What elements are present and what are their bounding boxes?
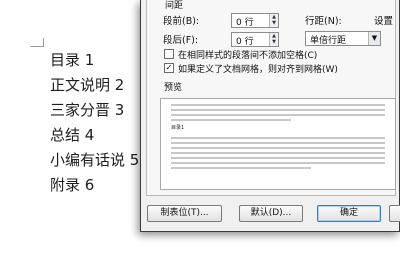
space-before-spinner[interactable]: 0 行 ▲ ▼ — [231, 13, 279, 28]
preview-line — [171, 142, 385, 144]
page-corner-mark — [30, 38, 44, 47]
paragraph-dialog: 间距 段前(B): 0 行 ▲ ▼ 段后(F): 0 行 ▲ ▼ 行距(N): … — [140, 0, 400, 232]
snap-grid-checkbox[interactable]: ✓ — [164, 63, 174, 73]
space-after-value: 0 行 — [236, 37, 254, 47]
toc-line[interactable]: 三家分晋 3 — [50, 98, 139, 123]
preview-line — [171, 147, 385, 149]
toc-line[interactable]: 正文说明 2 — [50, 73, 139, 98]
line-spacing-value: 单倍行距 — [310, 36, 347, 46]
spin-down-icon[interactable]: ▼ — [270, 39, 278, 45]
spinner-arrows[interactable]: ▲ ▼ — [269, 14, 278, 27]
set-value-label: 设置 — [374, 16, 394, 27]
line-spacing-select[interactable]: 单倍行距 ▼ — [305, 31, 381, 46]
default-button[interactable]: 默认(D)... — [239, 205, 303, 222]
toc-line[interactable]: 总结 4 — [50, 123, 139, 148]
preview-line — [171, 157, 385, 159]
preview-sample-text: 目录1 — [171, 125, 185, 131]
toc-list: 目录 1 正文说明 2 三家分晋 3 总结 4 小编有话说 5 附录 6 — [50, 48, 139, 198]
preview-line — [171, 114, 385, 116]
preview-line — [171, 119, 291, 121]
ok-button[interactable]: 确定 — [317, 205, 381, 222]
toc-line[interactable]: 目录 1 — [50, 48, 139, 73]
preview-line — [171, 152, 385, 154]
preview-label: 预览 — [164, 83, 183, 93]
spinner-arrows[interactable]: ▲ ▼ — [269, 33, 278, 46]
no-space-checkbox[interactable] — [164, 49, 174, 59]
space-before-value: 0 行 — [236, 18, 254, 28]
tabs-button[interactable]: 制表位(T)... — [147, 205, 222, 222]
preview-line — [171, 162, 385, 164]
preview-line — [171, 167, 311, 169]
chevron-down-icon[interactable]: ▼ — [368, 32, 380, 45]
toc-line[interactable]: 附录 6 — [50, 173, 139, 198]
preview-line — [171, 109, 385, 111]
toc-line[interactable]: 小编有话说 5 — [50, 148, 139, 173]
spacing-group: 间距 段前(B): 0 行 ▲ ▼ 段后(F): 0 行 ▲ ▼ 行距(N): … — [146, 0, 396, 196]
spin-down-icon[interactable]: ▼ — [270, 20, 278, 26]
preview-line — [171, 104, 385, 106]
preview-line — [171, 137, 385, 139]
space-after-spinner[interactable]: 0 行 ▲ ▼ — [231, 32, 279, 47]
cancel-button[interactable] — [389, 205, 400, 222]
no-space-label: 在相同样式的段落间不添加空格(C) — [178, 51, 318, 61]
spacing-section-title: 间距 — [165, 1, 184, 11]
space-before-label: 段前(B): — [163, 16, 200, 27]
line-spacing-label: 行距(N): — [305, 16, 342, 27]
snap-grid-label: 如果定义了文档网格，则对齐到网格(W) — [178, 65, 338, 75]
space-after-label: 段后(F): — [163, 35, 199, 46]
preview-pane: 目录1 — [160, 98, 396, 190]
